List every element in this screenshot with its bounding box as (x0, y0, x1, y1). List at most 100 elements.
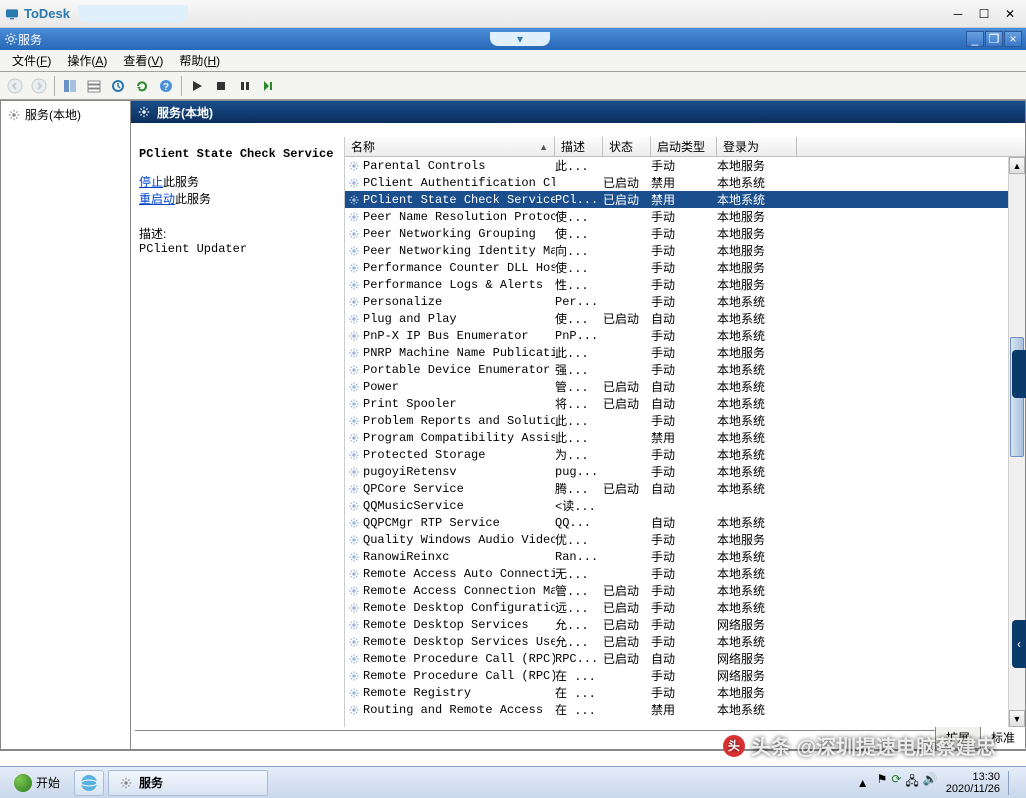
table-row[interactable]: Print Spooler将...已启动自动本地系统 (345, 395, 1025, 412)
cell-desc: QQ... (555, 516, 603, 530)
col-description[interactable]: 描述 (555, 137, 603, 156)
table-row[interactable]: QPCore Service腾...已启动自动本地系统 (345, 480, 1025, 497)
scroll-up-button[interactable]: ▲ (1009, 157, 1025, 174)
maximize-button[interactable]: ☐ (972, 5, 996, 23)
tray-clock[interactable]: 13:30 2020/11/26 (946, 771, 1000, 795)
tab-extended[interactable]: 扩展 (935, 727, 981, 749)
table-row[interactable]: Protected Storage为...手动本地系统 (345, 446, 1025, 463)
mdi-minimize-button[interactable]: _ (966, 31, 984, 47)
cell-startup: 自动 (651, 514, 717, 531)
todesk-window-controls: ─ ☐ ✕ (946, 5, 1022, 23)
cell-desc: 使... (555, 259, 603, 276)
stop-service-link[interactable]: 停止 (139, 175, 163, 189)
cell-desc: 允... (555, 616, 603, 633)
table-row[interactable]: PersonalizePer...手动本地系统 (345, 293, 1025, 310)
table-row[interactable]: QQPCMgr RTP ServiceQQ...自动本地系统 (345, 514, 1025, 531)
table-row[interactable]: Peer Networking Identity Man...向...手动本地服… (345, 242, 1025, 259)
cell-name: PClient State Check Service (363, 193, 555, 207)
table-row[interactable]: RanowiReinxcRan...手动本地系统 (345, 548, 1025, 565)
help-button[interactable]: ? (155, 75, 177, 97)
table-row[interactable]: PnP-X IP Bus EnumeratorPnP...手动本地系统 (345, 327, 1025, 344)
col-logon[interactable]: 登录为 (717, 137, 797, 156)
stop-service-button[interactable] (210, 75, 232, 97)
cell-name: Remote Access Connection Man... (363, 584, 555, 598)
table-row[interactable]: Remote Access Connection Man...管...已启动手动… (345, 582, 1025, 599)
col-startup[interactable]: 启动类型 (651, 137, 717, 156)
gear-icon (345, 380, 363, 394)
table-row[interactable]: Parental Controls此...手动本地服务 (345, 157, 1025, 174)
properties-button[interactable] (83, 75, 105, 97)
table-row[interactable]: PClient Authentification Client已启动禁用本地系统 (345, 174, 1025, 191)
volume-icon[interactable]: 🔊 (923, 772, 938, 793)
table-row[interactable]: PNRP Machine Name Publicatio...此...手动本地服… (345, 344, 1025, 361)
cell-name: Parental Controls (363, 159, 555, 173)
menu-view[interactable]: 查看(V) (115, 50, 171, 71)
table-row[interactable]: Peer Name Resolution Protocol使...手动本地服务 (345, 208, 1025, 225)
table-row[interactable]: Routing and Remote Access在 ...禁用本地系统 (345, 701, 1025, 718)
table-row[interactable]: Remote Procedure Call (RPC) ...在 ...手动网络… (345, 667, 1025, 684)
menu-file[interactable]: 文件(F) (4, 50, 59, 71)
taskbar: 开始 服务 ▲ ⚑ ⟳ 🖧 🔊 13:30 2020/11/26 (0, 766, 1026, 798)
services-list-pane: 名称▲ 描述 状态 启动类型 登录为 Parental Controls此...… (345, 137, 1025, 727)
action-center-icon[interactable]: ⚑ (877, 772, 888, 793)
cell-desc: 允... (555, 633, 603, 650)
side-panel-tab-2[interactable]: ‹ (1012, 620, 1026, 668)
show-desktop-button[interactable] (1008, 771, 1016, 795)
restart-service-link[interactable]: 重启动 (139, 192, 175, 206)
mdi-close-button[interactable]: × (1004, 31, 1022, 47)
mdi-restore-button[interactable]: ❐ (985, 31, 1003, 47)
table-row[interactable]: Remote Desktop Configuration远...已启动手动本地系… (345, 599, 1025, 616)
table-row[interactable]: Power管...已启动自动本地系统 (345, 378, 1025, 395)
table-row[interactable]: Remote Procedure Call (RPC)RPC...已启动自动网络… (345, 650, 1025, 667)
cell-name: Remote Registry (363, 686, 555, 700)
table-row[interactable]: Peer Networking Grouping使...手动本地服务 (345, 225, 1025, 242)
tab-standard[interactable]: 标准 (980, 727, 1026, 749)
restart-service-button[interactable] (258, 75, 280, 97)
todesk-dropdown-tab[interactable]: ▾ (490, 32, 550, 46)
table-row[interactable]: Remote Access Auto Connectio...无...手动本地系… (345, 565, 1025, 582)
close-button[interactable]: ✕ (998, 5, 1022, 23)
forward-button[interactable] (28, 75, 50, 97)
menu-action[interactable]: 操作(A) (59, 50, 115, 71)
show-hide-button[interactable] (59, 75, 81, 97)
start-label: 开始 (36, 774, 60, 791)
col-status[interactable]: 状态 (603, 137, 651, 156)
table-row[interactable]: Program Compatibility Assist...此...禁用本地系… (345, 429, 1025, 446)
list-body[interactable]: Parental Controls此...手动本地服务PClient Authe… (345, 157, 1025, 727)
taskbar-app-services[interactable]: 服务 (108, 770, 268, 796)
network-icon[interactable]: 🖧 (905, 772, 918, 793)
table-row[interactable]: Portable Device Enumerator S...强...手动本地系… (345, 361, 1025, 378)
table-row[interactable]: Remote Desktop Services允...已启动手动网络服务 (345, 616, 1025, 633)
tray-expand-icon[interactable]: ▲ (857, 776, 869, 790)
export-button[interactable] (107, 75, 129, 97)
table-row[interactable]: Quality Windows Audio Video ...优...手动本地服… (345, 531, 1025, 548)
table-row[interactable]: Remote Registry在 ...手动本地服务 (345, 684, 1025, 701)
minimize-button[interactable]: ─ (946, 5, 970, 23)
gear-icon (345, 414, 363, 428)
table-row[interactable]: Problem Reports and Solution...此...手动本地系… (345, 412, 1025, 429)
table-row[interactable]: QQMusicService<读... (345, 497, 1025, 514)
start-service-button[interactable] (186, 75, 208, 97)
refresh-button[interactable] (131, 75, 153, 97)
start-button[interactable]: 开始 (4, 770, 70, 796)
menu-help[interactable]: 帮助(H) (171, 50, 228, 71)
sync-icon[interactable]: ⟳ (891, 772, 901, 793)
cell-logon: 本地系统 (717, 565, 797, 582)
gear-icon (345, 618, 363, 632)
col-name[interactable]: 名称▲ (345, 137, 555, 156)
table-row[interactable]: Plug and Play使...已启动自动本地系统 (345, 310, 1025, 327)
table-row[interactable]: Remote Desktop Services User...允...已启动手动… (345, 633, 1025, 650)
table-row[interactable]: Performance Logs & Alerts性...手动本地服务 (345, 276, 1025, 293)
table-row[interactable]: Performance Counter DLL Host使...手动本地服务 (345, 259, 1025, 276)
table-row[interactable]: pugoyiRetensvpug...手动本地系统 (345, 463, 1025, 480)
back-button[interactable] (4, 75, 26, 97)
table-row[interactable]: PClient State Check ServicePCl...已启动禁用本地… (345, 191, 1025, 208)
side-panel-tab-1[interactable] (1012, 350, 1026, 398)
cell-name: Remote Desktop Services User... (363, 635, 555, 649)
cell-startup: 手动 (651, 293, 717, 310)
tree-root-services[interactable]: 服务(本地) (5, 105, 126, 124)
pause-service-button[interactable] (234, 75, 256, 97)
cell-startup: 手动 (651, 616, 717, 633)
taskbar-app-unknown[interactable] (74, 770, 104, 796)
scroll-down-button[interactable]: ▼ (1009, 710, 1025, 727)
